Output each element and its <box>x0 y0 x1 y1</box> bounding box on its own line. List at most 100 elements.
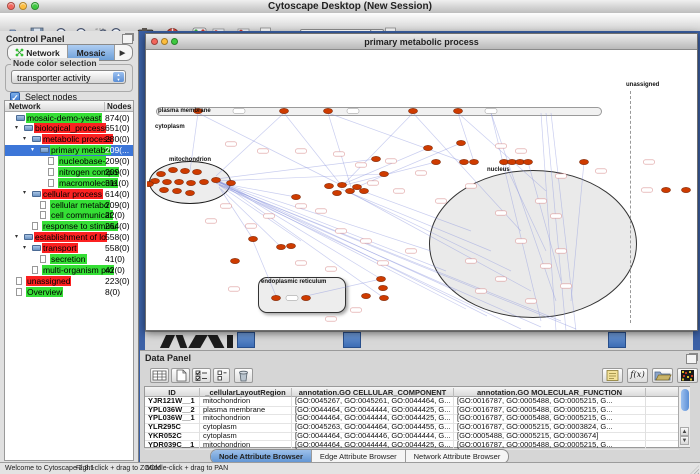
tree-row-nitrogen-compo[interactable]: nitrogen compo209(0) <box>5 166 133 177</box>
file-icon <box>16 288 22 296</box>
tree-row-unassigned[interactable]: unassigned 223(0) <box>5 275 133 286</box>
graph-edge <box>219 185 301 241</box>
tree-row-mosaic-demo-yeast[interactable]: mosaic-demo-yeast874(0) <box>5 112 133 123</box>
column-header-id[interactable]: ID <box>145 388 200 397</box>
tree-row-metabolic-process[interactable]: ▾metabolic process280(0) <box>5 134 133 145</box>
delete-attribute-icon[interactable] <box>234 368 253 383</box>
table-vertical-scrollbar[interactable]: ▲ ▼ <box>678 387 690 447</box>
table-cell: YJR121W__1 <box>145 397 200 406</box>
tree-row-label: establishment of lo <box>34 232 107 242</box>
tree-expander-icon[interactable]: ▾ <box>23 245 26 252</box>
window-title: Cytoscape Desktop (New Session) <box>0 1 700 12</box>
table-cell: [GO:0016787, GO:0005488, GO:0005215, G..… <box>454 414 646 423</box>
table-cell: YKR052C <box>145 432 200 441</box>
graph-edge <box>341 113 413 187</box>
graph-edge <box>216 181 431 251</box>
file-icon <box>48 157 54 165</box>
table-cell: YLR295C <box>145 423 200 432</box>
node-color-dropdown[interactable]: transporter activity ▲▼ <box>11 70 126 84</box>
node-color-dropdown-value: transporter activity <box>17 73 91 83</box>
gene-label-chip <box>416 171 427 175</box>
tree-row-node-count: 223(0) <box>105 276 130 286</box>
folder-icon <box>40 147 49 153</box>
gene-label-chip <box>296 261 307 265</box>
resize-grip-icon[interactable] <box>690 465 699 474</box>
tree-row-node-count: 280(0) <box>105 134 130 144</box>
tab-overflow-arrow-icon[interactable]: ▶ <box>115 45 130 60</box>
scroll-up-icon[interactable]: ▲ <box>680 427 689 436</box>
gene-label-chip <box>644 160 655 164</box>
attribute-notes-icon[interactable] <box>602 368 623 383</box>
network-canvas[interactable]: plasma membrane cytoplasm mitochondrion … <box>147 51 697 330</box>
gene-label-chip <box>361 239 372 243</box>
tree-row-nucleobase-[interactable]: nucleobase-209(0) <box>5 156 133 167</box>
folder-icon <box>16 115 25 121</box>
mitochondrion-label: mitochondrion <box>169 157 211 163</box>
select-attributes-icon[interactable] <box>192 368 211 383</box>
tree-row-establishment-of-lo[interactable]: ▾establishment of lo558(0) <box>5 232 133 243</box>
gene-label-chip <box>386 159 397 163</box>
tree-row-secretion[interactable]: secretion41(0) <box>5 253 133 264</box>
unselect-attributes-icon[interactable] <box>213 368 230 383</box>
tree-row-node-count: 22(0) <box>105 210 125 220</box>
table-cell: [GO:0016787, GO:0005488, GO:0005215, G..… <box>454 441 646 450</box>
graph-edge <box>216 181 456 291</box>
tree-row-macromolecule[interactable]: macromolecule311(0) <box>5 177 133 188</box>
tree-row-node-count: 614(0) <box>105 189 130 199</box>
scrollbar-thumb[interactable] <box>681 389 689 411</box>
gene-label-chip <box>436 199 447 203</box>
gene-label-chip <box>368 181 379 185</box>
tree-row-node-count: 264(0) <box>105 221 130 231</box>
data-panel-title: Data Panel <box>145 353 191 363</box>
float-panel-icon[interactable] <box>122 34 133 44</box>
tree-row-label: unassigned <box>26 276 71 286</box>
tree-expander-icon[interactable]: ▾ <box>15 125 18 132</box>
tree-row-overview[interactable]: Overview8(0) <box>5 286 133 297</box>
gene-label-chip <box>246 224 257 228</box>
tree-row-primary-metabo[interactable]: ▾primary metabo209(... <box>5 145 133 156</box>
tree-row-cellular-process[interactable]: ▾cellular process614(0) <box>5 188 133 199</box>
table-cell: cytoplasm <box>200 423 292 432</box>
scroll-down-icon[interactable]: ▼ <box>680 436 689 445</box>
import-attributes-icon[interactable] <box>652 368 673 383</box>
float-data-panel-icon[interactable] <box>686 354 697 364</box>
gene-label-chip <box>516 149 527 153</box>
graph-edge <box>284 113 341 185</box>
graph-edge <box>357 143 461 187</box>
tree-row-cell-communicat[interactable]: cell communicat22(0) <box>5 210 133 221</box>
tree-row-response-to-stimulu[interactable]: response to stimulu264(0) <box>5 221 133 232</box>
tree-row-multi-organism-pro[interactable]: multi-organism pro42(0) <box>5 264 133 275</box>
graph-edge <box>328 113 351 187</box>
attribute-matrix-icon[interactable] <box>677 368 698 383</box>
select-attributes-table-icon[interactable] <box>150 368 169 383</box>
tree-row-transport[interactable]: ▾transport558(0) <box>5 243 133 254</box>
gene-label-chip <box>226 142 237 146</box>
column-header-go-molecular-function[interactable]: annotation.GO MOLECULAR_FUNCTION <box>454 388 646 397</box>
folder-icon <box>32 136 41 142</box>
tree-expander-icon[interactable]: ▾ <box>23 136 26 143</box>
tree-row-label: Overview <box>26 287 63 297</box>
column-header-go-cellular-component[interactable]: annotation.GO CELLULAR_COMPONENT <box>292 388 454 397</box>
graph-node <box>516 159 525 164</box>
attribute-table-rows: YJR121W__1mitochondrion[GO:0045267, GO:0… <box>145 397 679 447</box>
tab-mosaic-label: Mosaic <box>77 48 106 58</box>
tree-row-node-count: 209(0) <box>105 200 130 210</box>
table-cell: [GO:0016787, GO:0005488, GO:0005215, G..… <box>454 397 646 406</box>
background-window-fragment <box>343 332 361 348</box>
tree-expander-icon[interactable]: ▾ <box>15 234 18 241</box>
data-panel: Data Panel f(x) ID _cell <box>140 350 700 463</box>
tree-row-label: multi-organism pro <box>42 265 114 275</box>
tree-expander-icon[interactable]: ▾ <box>31 147 34 154</box>
tree-column-nodes: Nodes <box>104 102 131 111</box>
create-new-attribute-icon[interactable] <box>171 368 190 383</box>
column-header-cellular-layout-region[interactable]: _cellularLayoutRegion <box>200 388 292 397</box>
graph-edge <box>341 162 436 186</box>
node-color-selection-label: Node color selection <box>11 58 99 68</box>
table-cell: [GO:0045263, GO:0044464, GO:0044455, G..… <box>292 423 454 432</box>
function-builder-icon[interactable]: f(x) <box>627 368 648 383</box>
tree-row-cellular-metabo[interactable]: cellular metabo209(0) <box>5 199 133 210</box>
dropdown-stepper-icon[interactable]: ▲▼ <box>113 72 124 82</box>
tree-row-node-count: 209(... <box>105 145 129 155</box>
tree-row-biological-process[interactable]: ▾biological_process651(0) <box>5 123 133 134</box>
tree-expander-icon[interactable]: ▾ <box>23 190 26 197</box>
